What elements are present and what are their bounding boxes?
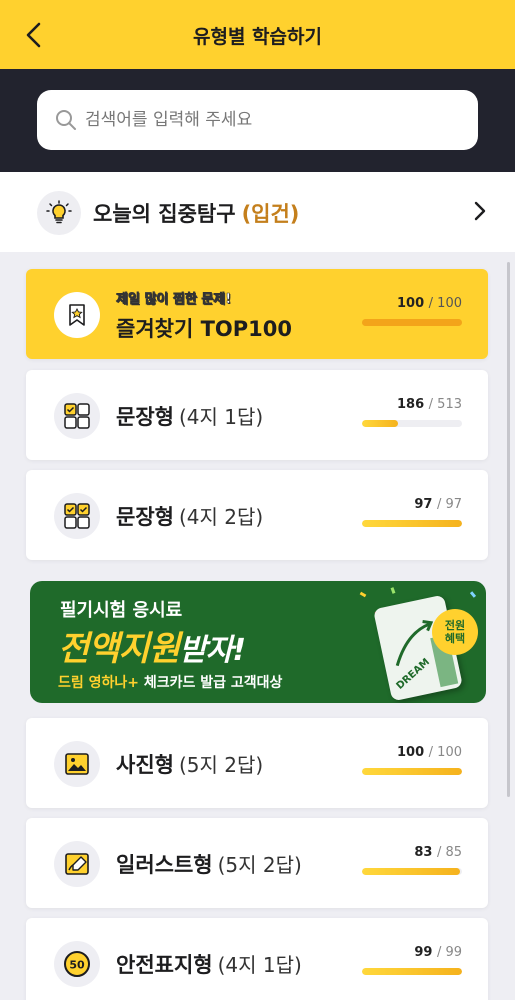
- progress: 97 / 97: [362, 497, 462, 527]
- banner-line1: 필기시험 응시료: [60, 600, 183, 621]
- category-title: 문장형: [116, 405, 174, 429]
- progress-bar: [362, 768, 462, 775]
- progress-done: 97: [414, 497, 433, 512]
- category-card-favorites[interactable]: 제일 많이 찜한 문제! 즐겨찾기 TOP100 100 / 100: [26, 269, 488, 359]
- progress-fill: [362, 319, 462, 326]
- badge-bottom: 혜택: [444, 632, 466, 645]
- category-sub: (4지 1답): [178, 405, 264, 429]
- search-icon: [56, 110, 76, 130]
- banner-highlight: 전액지원: [58, 629, 180, 669]
- category-card-sentence-4-1[interactable]: 문장형 (4지 1답) 186 / 513: [26, 370, 488, 460]
- scrollbar-thumb[interactable]: [507, 262, 510, 797]
- category-card-sentence-4-2[interactable]: 문장형 (4지 2답) 97 / 97: [26, 470, 488, 560]
- progress-done: 83: [414, 845, 433, 860]
- progress-bar: [362, 420, 462, 427]
- chevron-right-icon: [474, 201, 486, 221]
- focus-label: 오늘의 집중탐구: [93, 202, 236, 226]
- sign-text: 50: [69, 959, 85, 972]
- category-title: 안전표지형: [116, 953, 213, 977]
- progress-done: 99: [414, 945, 433, 960]
- progress-done: 100: [397, 296, 425, 311]
- progress-bar: [362, 968, 462, 975]
- confetti: [390, 587, 396, 594]
- photo-icon: [54, 741, 100, 787]
- progress-fill: [362, 420, 399, 427]
- category-title: 사진형: [116, 753, 174, 777]
- progress: 99 / 99: [362, 945, 462, 975]
- progress-total: / 97: [436, 497, 462, 512]
- progress-total: / 100: [428, 745, 462, 760]
- grid-check-one-icon: [54, 393, 100, 439]
- promo-banner[interactable]: 필기시험 응시료 전액지원받자! 드림 영하나+ 체크카드 발급 고객대상 DR…: [30, 581, 486, 703]
- benefit-badge: 전원 혜택: [432, 609, 478, 655]
- progress-total: / 85: [436, 845, 462, 860]
- banner-headline-rest: 받자!: [179, 633, 246, 668]
- favorites-title: 즐겨찾기 TOP100: [116, 317, 292, 341]
- progress: 83 / 85: [362, 845, 462, 875]
- progress-bar: [362, 868, 462, 875]
- progress-fill: [362, 968, 462, 975]
- progress-bar: [362, 520, 462, 527]
- grid-check-two-icon: [54, 493, 100, 539]
- favorites-kicker: 제일 많이 찜한 문제!: [116, 292, 232, 308]
- today-focus-row[interactable]: 오늘의 집중탐구 (입건): [0, 172, 515, 252]
- progress: 100 / 100: [362, 745, 462, 775]
- category-sub: (4지 2답): [178, 505, 264, 529]
- banner-target: 체크카드 발급 고객대상: [139, 675, 283, 691]
- focus-badge: (입건): [241, 202, 300, 226]
- progress-fill: [362, 520, 462, 527]
- progress-fill: [362, 768, 462, 775]
- bookmark-star-icon: [54, 292, 100, 338]
- progress-total: / 99: [436, 945, 462, 960]
- progress: 100 / 100: [362, 296, 462, 326]
- banner-card-name: 드림 영하나+: [58, 675, 140, 691]
- search-input[interactable]: [85, 110, 445, 130]
- search-box[interactable]: [37, 90, 478, 150]
- app-header: 유형별 학습하기: [0, 0, 515, 69]
- page-title: 유형별 학습하기: [193, 26, 322, 48]
- category-card-illustration[interactable]: 일러스트형 (5지 2답) 83 / 85: [26, 818, 488, 908]
- badge-top: 전원: [444, 619, 466, 632]
- speed-sign-icon: 50: [54, 941, 100, 987]
- confetti: [359, 591, 367, 598]
- progress-bar: [362, 319, 462, 326]
- category-sub: (5지 2답): [217, 853, 302, 877]
- category-title: 일러스트형: [116, 853, 213, 877]
- progress-total: / 513: [428, 397, 462, 412]
- progress-fill: [362, 868, 460, 875]
- illustration-icon: [54, 841, 100, 887]
- confetti: [469, 591, 477, 598]
- progress-done: 186: [397, 397, 425, 412]
- progress-total: / 100: [428, 296, 462, 311]
- progress-done: 100: [397, 745, 425, 760]
- category-sub: (4지 1답): [217, 953, 302, 977]
- category-title: 문장형: [116, 505, 174, 529]
- search-band: [0, 69, 515, 172]
- category-sub: (5지 2답): [178, 753, 264, 777]
- progress: 186 / 513: [362, 397, 462, 427]
- category-card-photo[interactable]: 사진형 (5지 2답) 100 / 100: [26, 718, 488, 808]
- card-art-text: DREAM: [395, 657, 433, 692]
- lightbulb-icon: [37, 191, 81, 235]
- category-card-safety-sign[interactable]: 50 안전표지형 (4지 1답) 99 / 99: [26, 918, 488, 1000]
